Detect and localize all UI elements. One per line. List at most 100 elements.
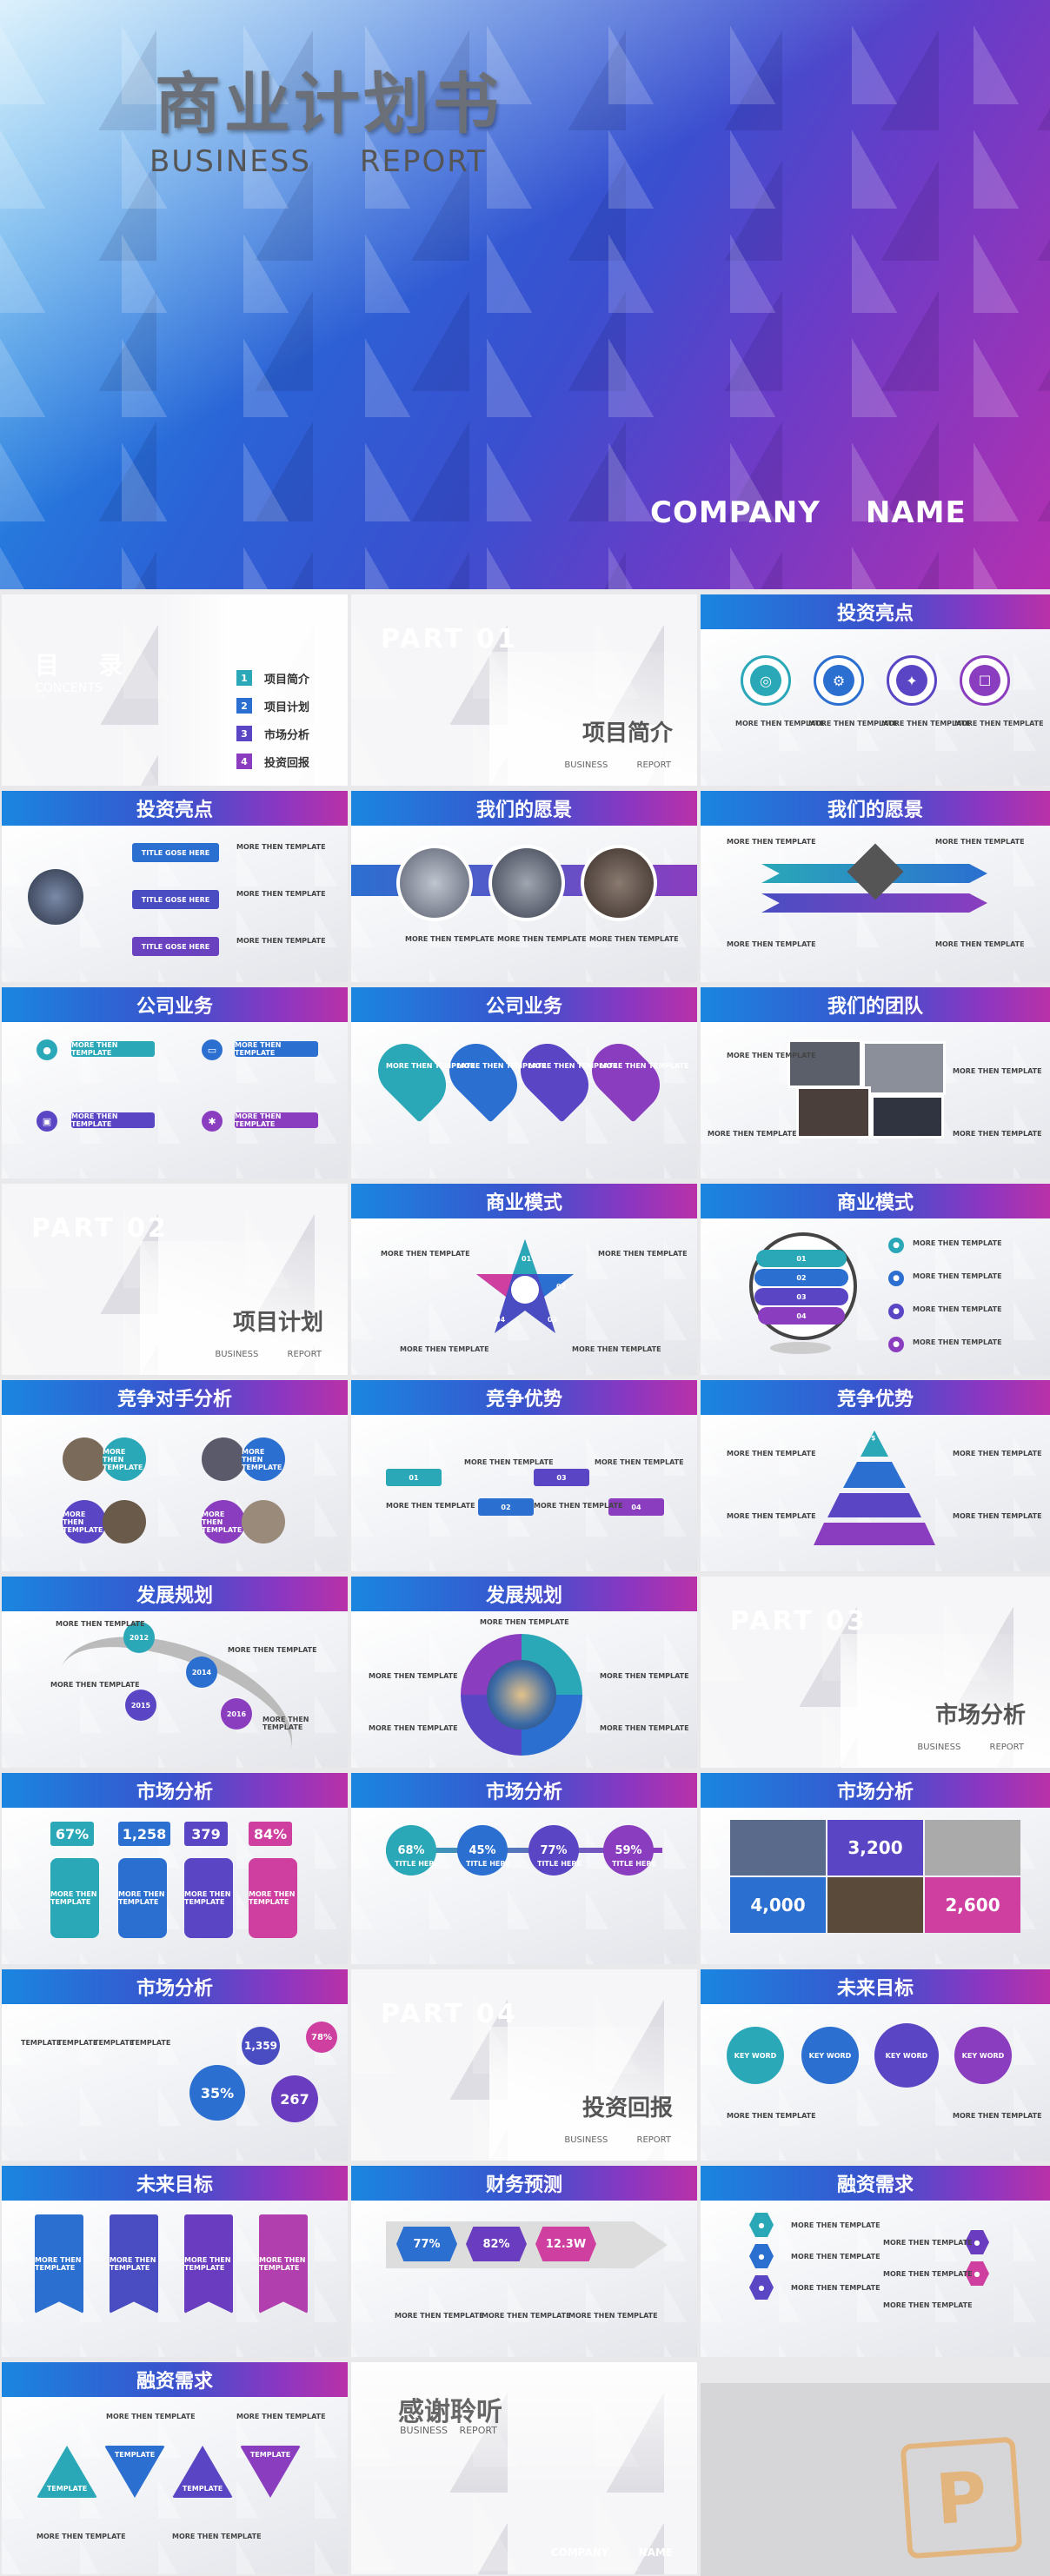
photo xyxy=(581,845,657,921)
stat-value: 379 xyxy=(184,1822,228,1846)
toc-num: 4 xyxy=(236,754,252,769)
photo xyxy=(202,1437,245,1481)
slide-market-2[interactable]: 市场分析 68% 45% 77% 59% TITLE HERE TITLE HE… xyxy=(351,1773,697,1964)
slide-title: 竞争对手分析 xyxy=(2,1380,348,1415)
pin-shape xyxy=(438,1032,528,1123)
slide-title: 未来目标 xyxy=(701,1969,1050,2004)
globe-base xyxy=(770,1342,831,1354)
globe-image xyxy=(487,1660,556,1730)
cover-company-word2: NAME xyxy=(865,495,967,530)
caption: MORE THEN TEMPLATE xyxy=(480,1618,569,1626)
step-label: 01 xyxy=(386,1469,442,1486)
gear-icon: KEY WORD xyxy=(954,2027,1012,2084)
dollar-icon: $ xyxy=(871,1434,876,1442)
cover-slide[interactable]: 商业计划书 BUSINESS REPORT COMPANY NAME xyxy=(0,0,1050,589)
caption: MORE THEN TEMPLATE xyxy=(953,1450,1042,1457)
caption: TITLE HERE xyxy=(395,1860,440,1868)
caption: MORE THEN TEMPLATE xyxy=(953,1067,1042,1075)
slide-title: 市场分析 xyxy=(351,1773,697,1808)
toc-item[interactable]: 4 投资回报 xyxy=(236,747,309,775)
slide-funding-1[interactable]: 融资需求 ● ● ● ● ● MORE THEN TEMPLATE MORE T… xyxy=(701,2166,1050,2357)
cover-sub-report: REPORT xyxy=(359,144,488,179)
toc-item[interactable]: 2 项目计划 xyxy=(236,692,309,720)
slide-goals-2[interactable]: 未来目标 MORE THEN TEMPLATE MORE THEN TEMPLA… xyxy=(2,2166,348,2357)
caption: MORE THEN TEMPLATE xyxy=(600,1724,689,1732)
slide-advantage-2[interactable]: 竞争优势 $ MORE THEN TEMPLATE MORE THEN TEMP… xyxy=(701,1380,1050,1571)
label-pill: TITLE GOSE HERE xyxy=(132,890,219,909)
caption: MORE THEN TEMPLATE xyxy=(369,1672,458,1680)
part-03-slide[interactable]: PART 03 市场分析 BUSINESS REPORT xyxy=(701,1577,1050,1768)
lock-icon: ● xyxy=(888,1304,904,1319)
stat-card: MORE THEN TEMPLATE xyxy=(118,1858,167,1938)
slide-plan-1[interactable]: 发展规划 2012 2014 2015 2016 MORE THEN TEMPL… xyxy=(2,1577,348,1768)
slide-title: 我们的愿景 xyxy=(351,791,697,826)
caption: MORE THEN TEMPLATE xyxy=(913,1272,1002,1280)
caption: MORE THEN TEMPLATE xyxy=(236,2413,326,2420)
caption: MORE THEN TEMPLATE xyxy=(727,1512,816,1520)
slide-vision-1[interactable]: 我们的愿景 MORE THEN TEMPLATE MORE THEN TEMPL… xyxy=(351,791,697,982)
finance-hex: 12.3W xyxy=(535,2227,596,2261)
photo xyxy=(796,1086,871,1139)
slide-competitor[interactable]: 竞争对手分析 MORE THEN TEMPLATE MORE THEN TEMP… xyxy=(2,1380,348,1571)
globe-icon: ✦ xyxy=(896,665,927,696)
stat-value: 67% xyxy=(50,1822,94,1846)
settings-icon: ✱ xyxy=(202,1111,223,1132)
part-04-slide[interactable]: PART 04 投资回报 BUSINESS REPORT xyxy=(351,1969,697,2161)
caption: MORE THEN TEMPLATE xyxy=(400,1345,489,1353)
part-name: 项目计划 xyxy=(232,1310,323,1336)
slide-funding-2[interactable]: 融资需求 TEMPLATE TEMPLATE TEMPLATE TEMPLATE… xyxy=(2,2362,348,2574)
caption: MORE THEN TEMPLATE xyxy=(56,1620,145,1628)
label-pill: MORE THEN TEMPLATE xyxy=(71,1041,155,1057)
slide-model-2[interactable]: 商业模式 01 02 03 04 ● ● ● ● MORE THEN TEMPL… xyxy=(701,1184,1050,1375)
thanks-slide[interactable]: 感谢聆听 BUSINESS REPORT COMPANY NAME xyxy=(351,2362,697,2574)
toc-slide[interactable]: 目 录 CONCENTS 1 项目简介 2 项目计划 3 市场分析 4 投资回报 xyxy=(2,594,348,786)
slide-goals-1[interactable]: 未来目标 KEY WORD KEY WORD KEY WORD KEY WORD… xyxy=(701,1969,1050,2161)
caption: MORE THEN TEMPLATE xyxy=(935,940,1025,948)
gear-icon: KEY WORD xyxy=(727,2027,784,2084)
caption: MORE THEN TEMPLATE xyxy=(727,2112,816,2120)
caption: MORE THEN TEMPLATE xyxy=(568,2312,658,2320)
banner: MORE THEN TEMPLATE xyxy=(35,2214,83,2314)
gear-icon: ⚙ xyxy=(823,665,854,696)
step-label: 03 xyxy=(534,1469,589,1486)
slide-plan-2[interactable]: 发展规划 MORE THEN TEMPLATE MORE THEN TEMPLA… xyxy=(351,1577,697,1768)
slide-model-1[interactable]: 商业模式 01 02 03 04 MORE THEN TEMPLATE MORE… xyxy=(351,1184,697,1375)
part-01-slide[interactable]: PART 01 项目简介 BUSINESS REPORT xyxy=(351,594,697,786)
label-bubble: MORE THEN TEMPLATE xyxy=(202,1500,245,1544)
cover-company: COMPANY NAME xyxy=(650,495,1012,530)
slide-investment-2[interactable]: 投资亮点 TITLE GOSE HERE TITLE GOSE HERE TIT… xyxy=(2,791,348,982)
caption: TEMPLATE xyxy=(21,2039,62,2047)
band-label: 01 xyxy=(756,1250,847,1267)
slide-business-1[interactable]: 公司业务 ● MORE THEN TEMPLATE ▭ MORE THEN TE… xyxy=(2,987,348,1178)
label-bubble: MORE THEN TEMPLATE xyxy=(242,1437,285,1481)
caption: MORE THEN TEMPLATE xyxy=(727,1450,816,1457)
finance-hex: 77% xyxy=(396,2227,457,2261)
caption: MORE THEN TEMPLATE xyxy=(405,935,495,943)
pin-shape xyxy=(509,1032,600,1123)
caption: MORE THEN TEMPLATE xyxy=(883,2239,973,2247)
caption: MORE THEN TEMPLATE xyxy=(708,1130,797,1138)
slide-title: 竞争优势 xyxy=(701,1380,1050,1415)
banner: MORE THEN TEMPLATE xyxy=(110,2214,158,2314)
slide-vision-2[interactable]: 我们的愿景 MORE THEN TEMPLATE MORE THEN TEMPL… xyxy=(701,791,1050,982)
slide-team[interactable]: 我们的团队 MORE THEN TEMPLATE MORE THEN TEMPL… xyxy=(701,987,1050,1178)
thanks-sub: BUSINESS REPORT xyxy=(400,2425,497,2436)
slide-title: 公司业务 xyxy=(2,987,348,1022)
toc-item[interactable]: 3 市场分析 xyxy=(236,720,309,747)
slide-title: 我们的团队 xyxy=(701,987,1050,1022)
part-02-slide[interactable]: PART 02 项目计划 BUSINESS REPORT xyxy=(2,1184,348,1375)
toc-item[interactable]: 1 项目简介 xyxy=(236,664,309,692)
slide-market-1[interactable]: 市场分析 67% 1,258 379 84% MORE THEN TEMPLAT… xyxy=(2,1773,348,1964)
slide-investment-1[interactable]: 投资亮点 ◎ ⚙ ✦ ☐ MORE THEN TEMPLATE MORE THE… xyxy=(701,594,1050,786)
caption: MORE THEN TEMPLATE xyxy=(497,935,587,943)
slide-business-2[interactable]: 公司业务 MORE THEN TEMPLATE MORE THEN TEMPLA… xyxy=(351,987,697,1178)
slide-title: 市场分析 xyxy=(2,1969,348,2004)
slide-finance[interactable]: 财务预测 77% 82% 12.3W MORE THEN TEMPLATE MO… xyxy=(351,2166,697,2357)
label-pill: TITLE GOSE HERE xyxy=(132,937,219,956)
slide-market-3[interactable]: 市场分析 3,200 4,000 2,600 xyxy=(701,1773,1050,1964)
slide-market-4[interactable]: 市场分析 TEMPLATE TEMPLATE TEMPLATE TEMPLATE… xyxy=(2,1969,348,2161)
slide-advantage-1[interactable]: 竞争优势 01 02 03 04 MORE THEN TEMPLATE MORE… xyxy=(351,1380,697,1571)
part-title: PART 01 xyxy=(381,624,518,654)
caption: MORE THEN TEMPLATE xyxy=(953,2112,1042,2120)
part-title: PART 02 xyxy=(31,1213,169,1244)
